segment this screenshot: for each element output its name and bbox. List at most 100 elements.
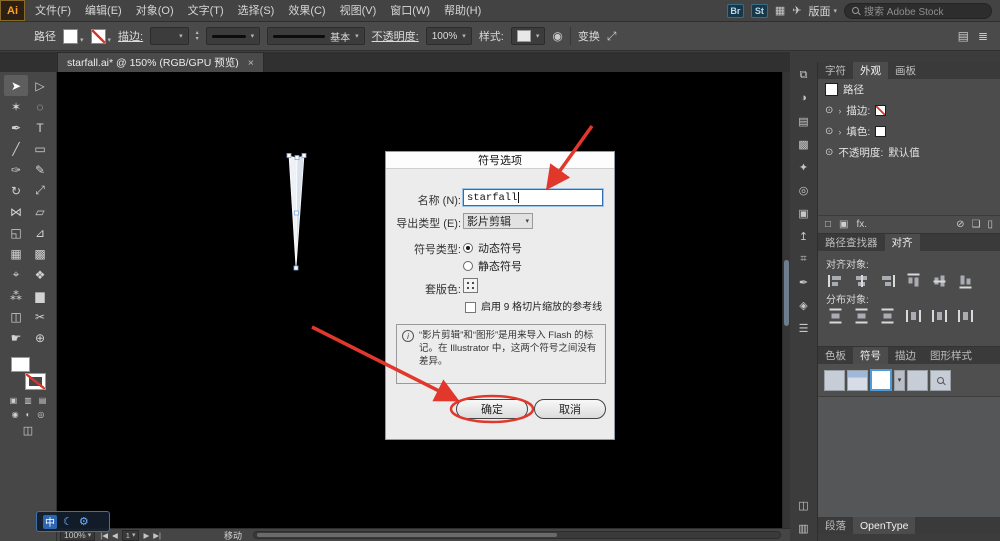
tab-stroke[interactable]: 描边 [888, 347, 923, 364]
document-tab[interactable]: starfall.ai* @ 150% (RGB/GPU 预览) × [57, 52, 264, 72]
tab-appearance[interactable]: 外观 [853, 62, 888, 79]
distribute-vcenter-button[interactable] [855, 308, 868, 324]
align-left-button[interactable] [828, 275, 843, 287]
distribute-hcenter-button[interactable] [932, 310, 947, 322]
menu-effect[interactable]: 效果(C) [281, 0, 332, 22]
dock-panel-icon[interactable]: ▩ [796, 137, 812, 151]
distribute-left-button[interactable] [906, 310, 921, 322]
tab-paragraph[interactable]: 段落 [818, 517, 853, 534]
close-icon[interactable]: × [248, 57, 254, 69]
transform-label[interactable]: 变换 [578, 28, 600, 44]
new-fill-icon[interactable]: ▣ [839, 219, 848, 230]
none-icon[interactable]: ◎ [37, 410, 44, 419]
arrange-documents-icon[interactable]: ▦ [775, 4, 785, 17]
symbol-thumbnail[interactable] [907, 369, 928, 391]
menu-object[interactable]: 对象(O) [129, 0, 181, 22]
screen-mode-icon[interactable]: ◫ [23, 424, 33, 437]
symbol-sprayer-tool[interactable]: ⁂ [4, 285, 28, 306]
align-top-button[interactable] [907, 273, 920, 289]
tab-artboards[interactable]: 画板 [888, 62, 923, 79]
horizontal-scrollbar-thumb[interactable] [256, 533, 557, 537]
dock-panel-icon[interactable]: ◎ [796, 183, 812, 197]
perspective-grid-tool[interactable]: ⊿ [28, 222, 52, 243]
symbol-name-input[interactable]: starfall [463, 189, 603, 206]
panel-menu-icon[interactable]: ≣ [978, 29, 988, 43]
dialog-title[interactable]: 符号选项 [386, 152, 614, 169]
shape-builder-tool[interactable]: ◱ [4, 222, 28, 243]
menu-window[interactable]: 窗口(W) [383, 0, 437, 22]
stroke-panel-link[interactable]: 描边: [118, 28, 143, 44]
rotate-tool[interactable]: ↻ [4, 180, 28, 201]
menu-select[interactable]: 选择(S) [231, 0, 282, 22]
artboard-tool[interactable]: ◫ [4, 306, 28, 327]
vertical-scrollbar-thumb[interactable] [784, 260, 789, 326]
dock-panel-icon[interactable]: ⧉ [796, 68, 812, 82]
fill-color-swatch[interactable] [11, 357, 30, 372]
radio-unchecked-icon[interactable] [463, 261, 473, 271]
app-logo[interactable]: Ai [0, 0, 25, 21]
rectangle-tool[interactable]: ▭ [28, 138, 52, 159]
visibility-eye-icon[interactable]: ⊙ [825, 147, 833, 158]
width-tool[interactable]: ⋈ [4, 201, 28, 222]
zoom-tool[interactable]: ⊕ [28, 327, 52, 348]
tab-symbols[interactable]: 符号 [853, 347, 888, 364]
appearance-stroke-row[interactable]: ⊙ › 描边: [818, 100, 1000, 121]
visibility-eye-icon[interactable]: ⊙ [825, 126, 833, 137]
nine-slice-option[interactable]: 启用 9 格切片缩放的参考线 [465, 302, 610, 314]
dock-panel-icon[interactable]: ▥ [796, 521, 812, 535]
opacity-row-label[interactable]: 不透明度: [838, 145, 883, 160]
stock-button[interactable]: St [750, 3, 768, 18]
selection-tool[interactable]: ➤ [4, 75, 28, 96]
symbol-thumbnail[interactable] [930, 369, 951, 391]
transform-icon[interactable]: ⤢ [607, 29, 617, 44]
tab-pathfinder[interactable]: 路径查找器 [818, 234, 885, 251]
menu-view[interactable]: 视图(V) [333, 0, 384, 22]
free-transform-tool[interactable]: ▱ [28, 201, 52, 222]
eyedropper-tool[interactable]: ⌖ [4, 264, 28, 285]
checkbox-unchecked-icon[interactable] [465, 302, 476, 313]
dock-panel-icon[interactable]: ◑ [796, 91, 812, 105]
clear-appearance-icon[interactable]: ⊘ [956, 219, 964, 230]
menu-type[interactable]: 文字(T) [181, 0, 231, 22]
color-icon[interactable]: ◉ [12, 410, 19, 419]
menu-file[interactable]: 文件(F) [28, 0, 78, 22]
hand-tool[interactable]: ☛ [4, 327, 28, 348]
chevron-right-icon[interactable]: › [838, 106, 841, 116]
align-bottom-button[interactable] [959, 273, 972, 289]
draw-behind-icon[interactable]: ▥ [24, 396, 32, 405]
chevron-right-icon[interactable]: › [838, 127, 841, 137]
align-vcenter-button[interactable] [933, 273, 946, 289]
registration-point-selector[interactable] [463, 278, 478, 293]
dock-panel-icon[interactable]: ✒ [796, 275, 812, 289]
dock-panel-icon[interactable]: ◈ [796, 298, 812, 312]
symbol-thumbnail-selected[interactable] [870, 369, 892, 391]
appearance-target-row[interactable]: 路径 [818, 79, 1000, 100]
workspace-panel-icon[interactable]: ▤ [958, 29, 969, 43]
recolor-artwork-icon[interactable]: ◉ [552, 29, 562, 43]
paintbrush-tool[interactable]: ✑ [4, 159, 28, 180]
fill-row-swatch[interactable] [875, 126, 887, 137]
type-tool[interactable]: T [28, 117, 52, 138]
bridge-button[interactable]: Br [726, 3, 744, 18]
static-symbol-option[interactable]: 静态符号 [463, 258, 522, 274]
align-hcenter-button[interactable] [854, 275, 869, 287]
new-stroke-icon[interactable]: □ [825, 219, 831, 230]
symbol-thumbnail[interactable] [847, 369, 868, 391]
draw-normal-icon[interactable]: ▣ [10, 396, 18, 405]
stroke-weight-select[interactable]: ▾ [150, 27, 189, 45]
moon-icon[interactable]: ☾ [63, 515, 73, 528]
gradient-icon[interactable]: ◐ [26, 410, 31, 419]
prev-artboard-icon[interactable]: ◀ [112, 531, 118, 540]
gear-icon[interactable]: ⚙ [79, 515, 89, 528]
mesh-tool[interactable]: ▦ [4, 243, 28, 264]
dynamic-symbol-option[interactable]: 动态符号 [463, 240, 522, 256]
lasso-tool[interactable]: ◌ [28, 96, 52, 117]
next-artboard-icon[interactable]: ▶ [143, 531, 149, 540]
distribute-right-button[interactable] [958, 310, 973, 322]
ime-language-button[interactable]: 中 [43, 514, 57, 529]
fill-row-label[interactable]: 填色: [846, 124, 870, 139]
horizontal-scrollbar[interactable] [252, 531, 781, 539]
direct-selection-tool[interactable]: ▷ [28, 75, 52, 96]
align-right-button[interactable] [880, 275, 895, 287]
appearance-fill-row[interactable]: ⊙ › 填色: [818, 121, 1000, 142]
